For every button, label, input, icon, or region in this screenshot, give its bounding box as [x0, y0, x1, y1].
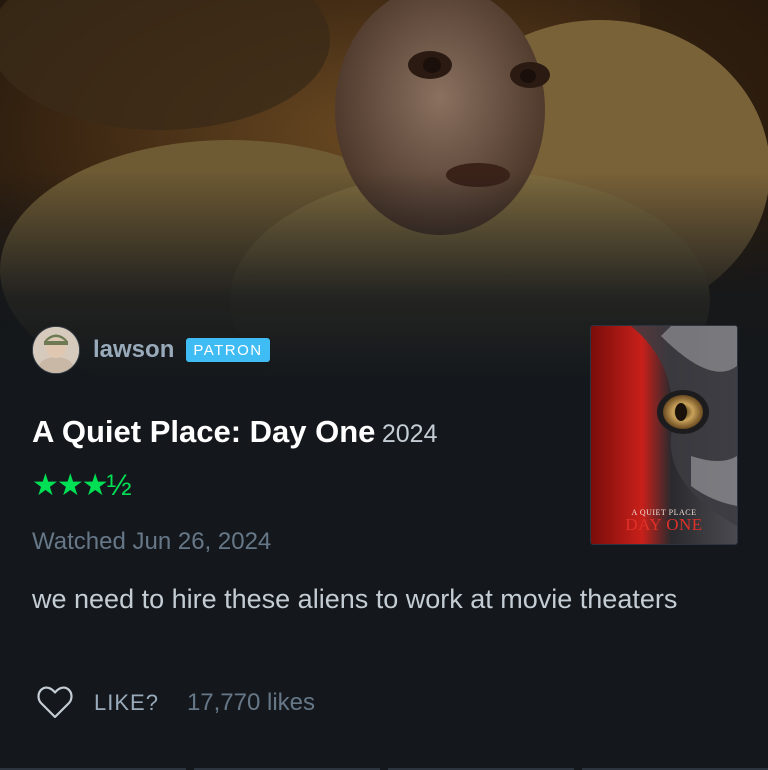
username[interactable]: lawson [93, 336, 174, 364]
heart-outline-icon[interactable] [36, 686, 74, 720]
likes-count[interactable]: 17,770 likes [187, 689, 315, 717]
poster-title-big: DAY ONE [625, 515, 703, 534]
poster-title: A QUIET PLACE DAY ONE [591, 508, 737, 533]
backdrop-still [0, 0, 768, 380]
reviewer-row[interactable]: lawson PATRON [32, 326, 270, 374]
review-text: we need to hire these aliens to work at … [32, 584, 678, 614]
film-year[interactable]: 2024 [382, 420, 438, 448]
film-title[interactable]: A Quiet Place: Day One [32, 414, 375, 449]
film-title-row[interactable]: A Quiet Place: Day One 2024 [32, 414, 438, 450]
patron-badge: PATRON [186, 338, 270, 362]
film-poster[interactable]: A QUIET PLACE DAY ONE [590, 325, 738, 545]
watched-date: Watched Jun 26, 2024 [32, 528, 272, 555]
like-row: LIKE? 17,770 likes [36, 683, 315, 723]
like-button[interactable]: LIKE? [94, 690, 159, 716]
star-rating: ★★★½ [32, 469, 132, 502]
avatar[interactable] [32, 326, 80, 374]
